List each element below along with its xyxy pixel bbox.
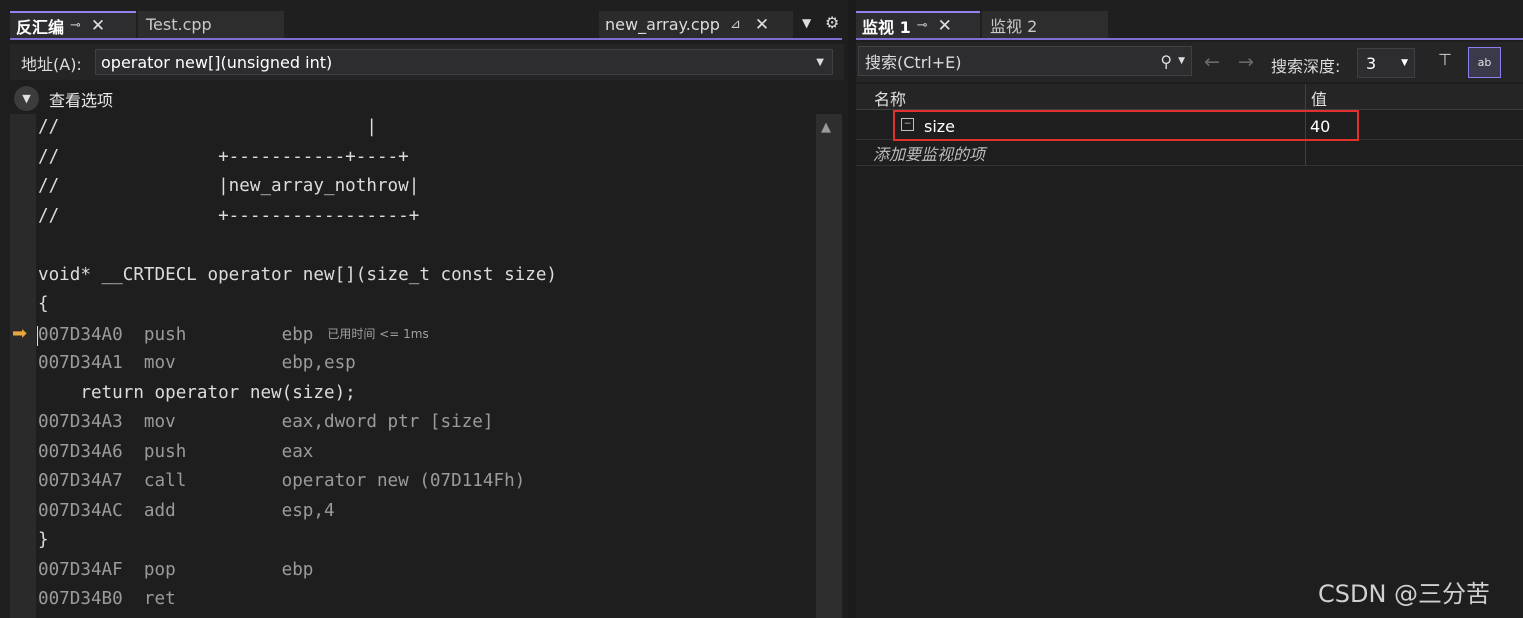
watch-accent-line xyxy=(856,38,1523,40)
arrow-left-icon[interactable]: ← xyxy=(1204,51,1220,73)
arrow-right-icon[interactable]: → xyxy=(1238,51,1254,73)
tab-disassembly-label: 反汇编 xyxy=(16,17,65,37)
asm-line[interactable]: 007D34A7 call operator new (07D114Fh) xyxy=(38,467,525,497)
source-line[interactable]: // | xyxy=(38,113,377,143)
vertical-scrollbar[interactable] xyxy=(816,114,842,618)
pane-splitter[interactable] xyxy=(848,0,856,618)
settings-icon[interactable]: ⚙ xyxy=(825,13,839,32)
chevron-down-icon[interactable]: ▼ xyxy=(802,16,811,30)
asm-line[interactable]: 007D34B0 ret xyxy=(38,585,176,615)
asm-line[interactable]: 007D34A0 push ebp 已用时间 <= 1ms xyxy=(38,320,429,350)
tab-watch-2[interactable]: 监视 2 xyxy=(982,11,1108,38)
tab-accent-line xyxy=(10,38,842,40)
tab-watch-1-label: 监视 1 xyxy=(862,17,911,37)
close-icon[interactable]: ✕ xyxy=(755,15,769,35)
execution-arrow-icon: ➡ xyxy=(12,323,28,344)
watermark: CSDN @三分苦 xyxy=(1318,580,1491,608)
chevron-down-icon[interactable]: ▼ xyxy=(816,57,824,68)
asm-line[interactable]: 007D34AC add esp,4 xyxy=(38,497,335,527)
tab-watch-2-label: 监视 2 xyxy=(990,16,1038,36)
scroll-up-icon[interactable]: ▲ xyxy=(821,120,831,135)
asm-line[interactable]: 007D34A3 mov eax,dword ptr [size] xyxy=(38,408,493,438)
preview-icon[interactable]: ⊿ xyxy=(730,17,741,32)
highlight-box xyxy=(893,110,1359,141)
chevron-down-icon: ▼ xyxy=(22,92,31,105)
ab-view-icon: ab xyxy=(1477,56,1492,69)
chevron-down-icon[interactable]: ▼ xyxy=(1178,56,1185,66)
indicator-margin[interactable] xyxy=(10,114,36,618)
disassembly-code[interactable]: // |// +-----------+----+// |new_array_n… xyxy=(38,114,814,618)
search-depth-label: 搜索深度: xyxy=(1271,57,1341,76)
search-depth-value: 3 xyxy=(1366,53,1377,73)
address-value: operator new[](unsigned int) xyxy=(101,52,333,72)
source-line[interactable]: return operator new(size); xyxy=(38,379,355,409)
asm-line[interactable]: 007D34A1 mov ebp,esp xyxy=(38,349,356,379)
view-options-toggle[interactable]: ▼ xyxy=(14,86,39,111)
asm-line[interactable]: 007D34A6 push eax xyxy=(38,438,313,468)
asm-line[interactable]: 007D34AF pop ebp xyxy=(38,556,313,586)
column-value-header[interactable]: 值 xyxy=(1311,86,1327,110)
watch-search-input[interactable]: 搜索(Ctrl+E) ⚲ ▼ xyxy=(858,46,1192,76)
tab-disassembly[interactable]: 反汇编 ⊸ ✕ xyxy=(10,11,136,38)
source-line[interactable]: // |new_array_nothrow| xyxy=(38,172,419,202)
source-line[interactable]: void* __CRTDECL operator new[](size_t co… xyxy=(38,261,557,291)
tab-new-array-cpp-label: new_array.cpp xyxy=(605,15,720,34)
add-watch-prompt[interactable]: 添加要监视的项 xyxy=(873,141,985,165)
column-name-header[interactable]: 名称 xyxy=(874,86,906,110)
raw-view-button[interactable]: ab xyxy=(1468,47,1501,78)
tab-new-array-cpp[interactable]: new_array.cpp ⊿ ✕ xyxy=(599,11,793,38)
elapsed-time-label: 已用时间 <= 1ms xyxy=(327,326,429,341)
pin-column-icon[interactable]: ⊤ xyxy=(1438,50,1452,69)
search-icon[interactable]: ⚲ xyxy=(1160,52,1172,71)
source-line[interactable]: // +-----------------+ xyxy=(38,202,419,232)
pin-icon[interactable]: ⊸ xyxy=(70,18,81,33)
search-depth-select[interactable]: 3 ▼ xyxy=(1357,48,1415,78)
address-combobox[interactable]: operator new[](unsigned int) ▼ xyxy=(95,49,833,75)
chevron-down-icon: ▼ xyxy=(1401,58,1408,68)
tab-watch-1[interactable]: 监视 1 ⊸ ✕ xyxy=(856,11,980,38)
address-label: 地址(A): xyxy=(21,55,82,74)
source-line[interactable]: { xyxy=(38,290,49,320)
source-line[interactable]: // +-----------+----+ xyxy=(38,143,409,173)
tab-test-cpp[interactable]: Test.cpp xyxy=(138,11,284,38)
close-icon[interactable]: ✕ xyxy=(938,16,952,36)
pin-icon[interactable]: ⊸ xyxy=(917,18,928,33)
view-options-label[interactable]: 查看选项 xyxy=(49,87,113,111)
close-icon[interactable]: ✕ xyxy=(91,16,105,36)
watch-grid-header xyxy=(856,84,1523,110)
tab-test-cpp-label: Test.cpp xyxy=(146,15,212,34)
watch-search-placeholder: 搜索(Ctrl+E) xyxy=(865,53,962,72)
source-line[interactable]: } xyxy=(38,526,49,556)
